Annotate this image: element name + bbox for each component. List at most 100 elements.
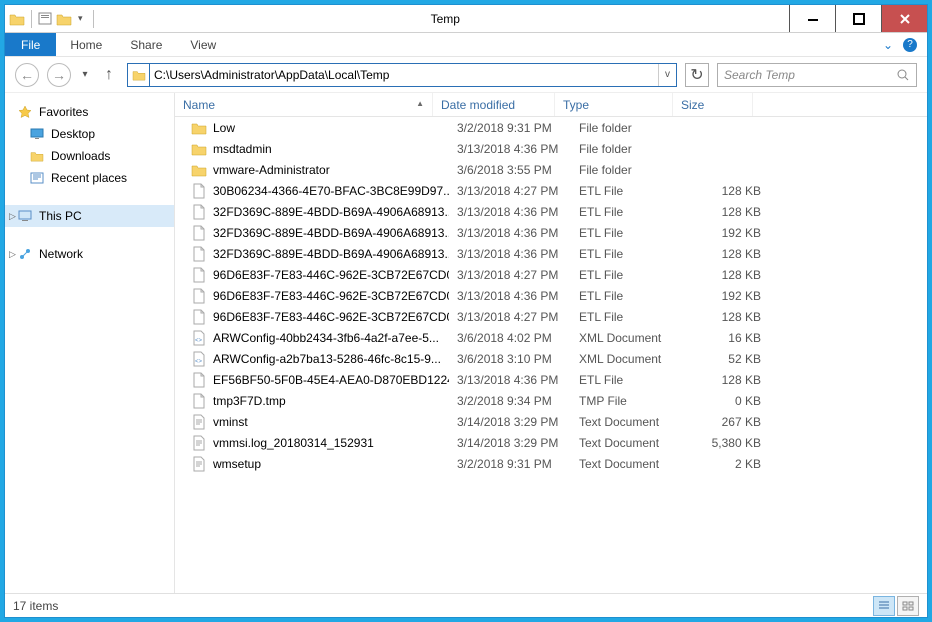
up-button[interactable]: ↑ (99, 65, 119, 85)
qat-open-icon[interactable] (56, 11, 72, 27)
file-date: 3/13/2018 4:27 PM (449, 268, 571, 282)
file-icon (191, 204, 207, 220)
file-row[interactable]: 32FD369C-889E-4BDD-B69A-4906A68913...3/1… (191, 222, 927, 243)
file-date: 3/13/2018 4:36 PM (449, 142, 571, 156)
address-history-icon[interactable]: v (658, 64, 676, 86)
file-name: 32FD369C-889E-4BDD-B69A-4906A68913... (213, 247, 449, 261)
file-name: 96D6E83F-7E83-446C-962E-3CB72E67CD0... (213, 268, 449, 282)
maximize-button[interactable] (835, 5, 881, 32)
file-type: ETL File (571, 373, 689, 387)
file-row[interactable]: 96D6E83F-7E83-446C-962E-3CB72E67CD0...3/… (191, 306, 927, 327)
file-date: 3/13/2018 4:27 PM (449, 310, 571, 324)
file-tab[interactable]: File (5, 33, 56, 56)
file-name: 32FD369C-889E-4BDD-B69A-4906A68913... (213, 226, 449, 240)
file-size: 128 KB (689, 247, 769, 261)
file-size: 128 KB (689, 184, 769, 198)
file-row[interactable]: tmp3F7D.tmp3/2/2018 9:34 PMTMP File0 KB (191, 390, 927, 411)
file-icon (191, 246, 207, 262)
qat-customize-icon[interactable]: ▾ (74, 13, 87, 24)
file-type: XML Document (571, 352, 689, 366)
folder-icon (191, 162, 207, 178)
file-type: Text Document (571, 457, 689, 471)
col-size[interactable]: Size (673, 93, 753, 116)
nav-network[interactable]: ▷Network (5, 243, 174, 265)
file-row[interactable]: EF56BF50-5F0B-45E4-AEA0-D870EBD1224...3/… (191, 369, 927, 390)
icons-view-button[interactable] (897, 596, 919, 616)
app-icon (9, 11, 25, 27)
forward-button[interactable]: → (47, 63, 71, 87)
tab-home[interactable]: Home (56, 33, 116, 56)
search-icon (896, 68, 910, 82)
file-date: 3/6/2018 3:10 PM (449, 352, 571, 366)
file-type: File folder (571, 163, 689, 177)
tab-view[interactable]: View (176, 33, 230, 56)
path-input[interactable] (150, 64, 658, 86)
minimize-button[interactable] (789, 5, 835, 32)
ribbon-expand-icon[interactable]: ⌄ (883, 38, 893, 52)
file-row[interactable]: <>ARWConfig-a2b7ba13-5286-46fc-8c15-9...… (191, 348, 927, 369)
file-name: EF56BF50-5F0B-45E4-AEA0-D870EBD1224... (213, 373, 449, 387)
back-button[interactable]: ← (15, 63, 39, 87)
file-row[interactable]: Low3/2/2018 9:31 PMFile folder (191, 117, 927, 138)
search-box[interactable]: Search Temp (717, 63, 917, 87)
recent-icon (29, 170, 45, 186)
close-button[interactable] (881, 5, 927, 32)
file-type: File folder (571, 142, 689, 156)
file-size: 192 KB (689, 289, 769, 303)
file-type: Text Document (571, 415, 689, 429)
qat-new-folder-icon[interactable] (38, 11, 54, 27)
folder-icon (191, 141, 207, 157)
help-icon[interactable]: ? (903, 38, 917, 52)
txt-icon (191, 456, 207, 472)
txt-icon (191, 435, 207, 451)
file-name: 30B06234-4366-4E70-BFAC-3BC8E99D97... (213, 184, 449, 198)
folder-icon (191, 120, 207, 136)
nav-favorites[interactable]: Favorites (5, 101, 174, 123)
refresh-button[interactable]: ↻ (685, 63, 709, 87)
file-date: 3/6/2018 4:02 PM (449, 331, 571, 345)
file-size: 2 KB (689, 457, 769, 471)
file-size: 128 KB (689, 268, 769, 282)
tab-share[interactable]: Share (116, 33, 176, 56)
nav-desktop[interactable]: Desktop (5, 123, 174, 145)
pc-icon (17, 208, 33, 224)
file-row[interactable]: vminst3/14/2018 3:29 PMText Document267 … (191, 411, 927, 432)
nav-recent[interactable]: Recent places (5, 167, 174, 189)
col-type[interactable]: Type (555, 93, 673, 116)
address-field[interactable]: v (127, 63, 677, 87)
col-date[interactable]: Date modified (433, 93, 555, 116)
search-placeholder: Search Temp (724, 68, 896, 82)
navigation-pane: Favorites Desktop Downloads Recent place… (5, 93, 175, 593)
file-size: 52 KB (689, 352, 769, 366)
expand-icon[interactable]: ▷ (9, 211, 16, 222)
nav-thispc[interactable]: ▷This PC (5, 205, 174, 227)
file-row[interactable]: 32FD369C-889E-4BDD-B69A-4906A68913...3/1… (191, 201, 927, 222)
nav-downloads[interactable]: Downloads (5, 145, 174, 167)
file-icon (191, 183, 207, 199)
recent-locations-icon[interactable]: ▾ (79, 63, 91, 87)
file-type: ETL File (571, 205, 689, 219)
file-row[interactable]: 32FD369C-889E-4BDD-B69A-4906A68913...3/1… (191, 243, 927, 264)
file-row[interactable]: 30B06234-4366-4E70-BFAC-3BC8E99D97...3/1… (191, 180, 927, 201)
col-name[interactable]: Name▲ (175, 93, 433, 116)
file-row[interactable]: msdtadmin3/13/2018 4:36 PMFile folder (191, 138, 927, 159)
file-date: 3/13/2018 4:36 PM (449, 289, 571, 303)
file-name: vmmsi.log_20180314_152931 (213, 436, 374, 450)
column-headers: Name▲ Date modified Type Size (175, 93, 927, 117)
file-date: 3/13/2018 4:36 PM (449, 247, 571, 261)
file-row[interactable]: wmsetup3/2/2018 9:31 PMText Document2 KB (191, 453, 927, 474)
file-date: 3/13/2018 4:27 PM (449, 184, 571, 198)
file-row[interactable]: vmmsi.log_20180314_1529313/14/2018 3:29 … (191, 432, 927, 453)
file-row[interactable]: 96D6E83F-7E83-446C-962E-3CB72E67CD0...3/… (191, 285, 927, 306)
svg-text:<>: <> (195, 359, 203, 365)
file-row[interactable]: vmware-Administrator3/6/2018 3:55 PMFile… (191, 159, 927, 180)
file-type: TMP File (571, 394, 689, 408)
details-view-button[interactable] (873, 596, 895, 616)
desktop-icon (29, 126, 45, 142)
downloads-icon (29, 148, 45, 164)
file-icon (191, 288, 207, 304)
file-row[interactable]: 96D6E83F-7E83-446C-962E-3CB72E67CD0...3/… (191, 264, 927, 285)
file-row[interactable]: <>ARWConfig-40bb2434-3fb6-4a2f-a7ee-5...… (191, 327, 927, 348)
expand-icon[interactable]: ▷ (9, 249, 16, 260)
explorer-window: ▾ Temp File Home Share View ⌄ ? ← → ▾ ↑ … (4, 4, 928, 618)
